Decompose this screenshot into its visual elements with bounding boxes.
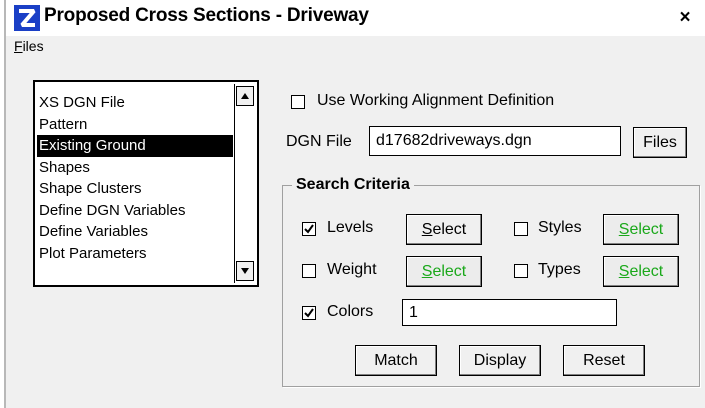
app-logo-icon: [14, 5, 40, 31]
weight-select-accel: S: [421, 263, 433, 280]
reset-button[interactable]: Reset: [563, 345, 645, 376]
levels-select-button[interactable]: Select: [406, 214, 482, 245]
styles-label: Styles: [538, 219, 582, 236]
list-item-define-variables[interactable]: Define Variables: [37, 221, 233, 243]
list-item-existing-ground[interactable]: Existing Ground: [37, 135, 233, 157]
list-scrollbar[interactable]: [234, 84, 255, 283]
list-item-shapes[interactable]: Shapes: [37, 157, 233, 179]
types-select-button[interactable]: Select: [603, 256, 679, 287]
types-checkbox[interactable]: [514, 264, 528, 278]
dialog-window: Proposed Cross Sections - Driveway × Fil…: [4, 0, 705, 408]
colors-label: Colors: [327, 303, 374, 320]
dgn-file-input[interactable]: d17682driveways.dgn: [369, 126, 621, 156]
weight-select-rest: elect: [432, 263, 467, 280]
arrow-down-icon: [241, 268, 249, 274]
styles-select-rest: elect: [629, 221, 664, 238]
weight-label: Weight: [327, 261, 377, 278]
types-label: Types: [538, 261, 581, 278]
styles-checkbox[interactable]: [514, 222, 528, 236]
title-bar[interactable]: Proposed Cross Sections - Driveway ×: [6, 0, 705, 36]
search-criteria-title: Search Criteria: [292, 176, 414, 194]
use-working-alignment-checkbox[interactable]: [291, 95, 305, 109]
levels-select-rest: elect: [432, 221, 467, 238]
scroll-up-button[interactable]: [236, 86, 254, 106]
display-button[interactable]: Display: [459, 345, 541, 376]
list-item-shape-clusters[interactable]: Shape Clusters: [37, 178, 233, 200]
types-select-accel: S: [618, 263, 630, 280]
colors-checkbox[interactable]: [302, 306, 316, 320]
match-button[interactable]: Match: [355, 345, 437, 376]
dgn-file-label: DGN File: [286, 133, 352, 150]
weight-checkbox[interactable]: [302, 264, 316, 278]
levels-label: Levels: [327, 219, 374, 236]
check-icon: [304, 224, 314, 234]
window-title: Proposed Cross Sections - Driveway: [44, 5, 369, 26]
levels-checkbox[interactable]: [302, 222, 316, 236]
list-item-plot-parameters[interactable]: Plot Parameters: [37, 243, 233, 265]
menu-files-accel: F: [14, 38, 23, 54]
arrow-up-icon: [241, 93, 249, 99]
types-select-rest: elect: [629, 263, 664, 280]
list-item-xs-dgn-file[interactable]: XS DGN File: [37, 92, 233, 114]
scroll-down-button[interactable]: [236, 261, 254, 281]
category-list-items: XS DGN File Pattern Existing Ground Shap…: [37, 92, 233, 264]
levels-select-accel: S: [421, 221, 433, 238]
close-icon[interactable]: ×: [673, 6, 697, 30]
menu-files[interactable]: Files: [14, 38, 44, 54]
use-working-alignment-label: Use Working Alignment Definition: [317, 92, 555, 109]
styles-select-accel: S: [618, 221, 630, 238]
weight-select-button[interactable]: Select: [406, 256, 482, 287]
dgn-files-button[interactable]: Files: [633, 127, 687, 158]
menu-files-rest: iles: [22, 38, 44, 54]
check-icon: [304, 308, 314, 318]
list-item-pattern[interactable]: Pattern: [37, 114, 233, 136]
menu-bar: Files: [6, 36, 705, 58]
colors-input[interactable]: 1: [402, 299, 617, 326]
category-list[interactable]: XS DGN File Pattern Existing Ground Shap…: [33, 80, 259, 287]
list-item-define-dgn-variables[interactable]: Define DGN Variables: [37, 200, 233, 222]
styles-select-button[interactable]: Select: [603, 214, 679, 245]
